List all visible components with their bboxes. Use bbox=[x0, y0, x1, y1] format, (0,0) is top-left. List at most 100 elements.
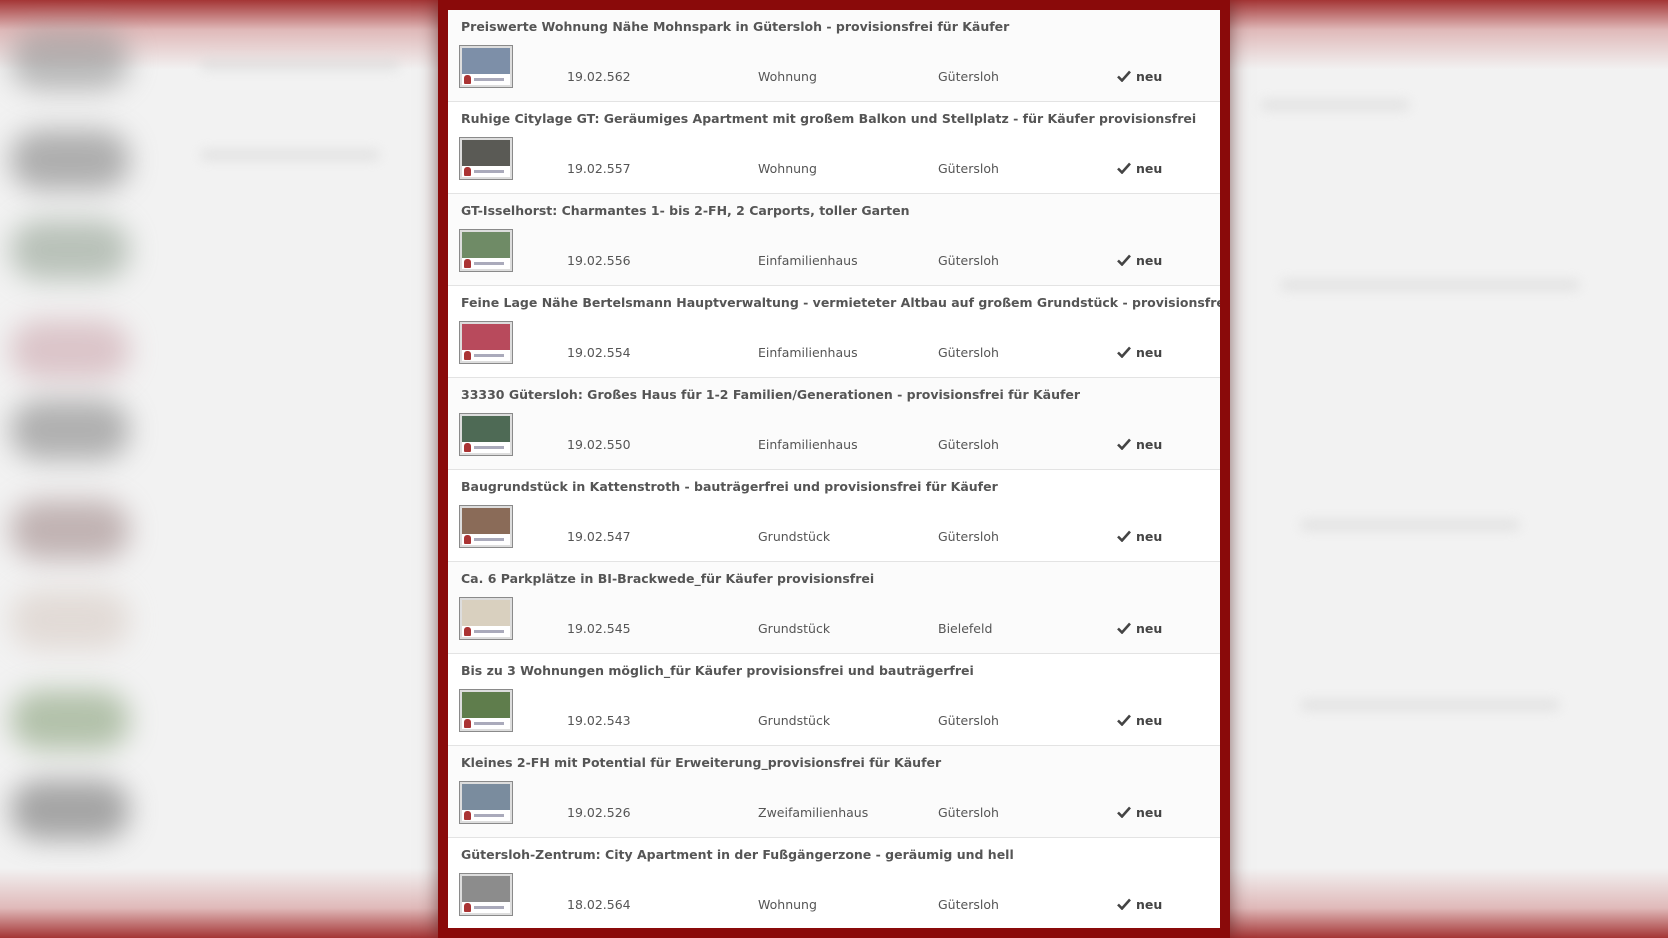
blurred-text bbox=[1300, 700, 1560, 710]
status-badge: neu bbox=[1117, 253, 1162, 268]
listing-type: Grundstück bbox=[758, 713, 831, 728]
listing-city: Bielefeld bbox=[938, 621, 993, 636]
listing-type: Grundstück bbox=[758, 529, 831, 544]
checkmark-icon bbox=[1117, 806, 1131, 818]
listing-city: Gütersloh bbox=[938, 253, 999, 268]
status-badge: neu bbox=[1117, 345, 1162, 360]
blurred-shape bbox=[10, 130, 130, 190]
listing-city: Gütersloh bbox=[938, 437, 999, 452]
listing-row[interactable]: Preiswerte Wohnung Nähe Mohnspark in Güt… bbox=[448, 10, 1220, 102]
listing-title[interactable]: GT-Isselhorst: Charmantes 1- bis 2-FH, 2… bbox=[461, 203, 910, 218]
listing-thumbnail[interactable] bbox=[459, 137, 513, 180]
listing-row[interactable]: Ruhige Citylage GT: Geräumiges Apartment… bbox=[448, 102, 1220, 194]
checkmark-icon bbox=[1117, 254, 1131, 266]
listing-type: Zweifamilienhaus bbox=[758, 805, 869, 820]
listing-title[interactable]: Bis zu 3 Wohnungen möglich_für Käufer pr… bbox=[461, 663, 974, 678]
blurred-shape bbox=[10, 690, 130, 750]
listing-type: Einfamilienhaus bbox=[758, 253, 858, 268]
listing-id: 19.02.557 bbox=[567, 161, 631, 176]
blurred-shape bbox=[10, 30, 130, 90]
listing-frame: Preiswerte Wohnung Nähe Mohnspark in Güt… bbox=[438, 0, 1230, 938]
blurred-shape bbox=[10, 400, 130, 460]
listing-row[interactable]: Gütersloh-Zentrum: City Apartment in der… bbox=[448, 838, 1220, 928]
blurred-shape bbox=[10, 780, 130, 840]
listing-row[interactable]: Feine Lage Nähe Bertelsmann Hauptverwalt… bbox=[448, 286, 1220, 378]
listing-thumbnail[interactable] bbox=[459, 689, 513, 732]
checkmark-icon bbox=[1117, 438, 1131, 450]
listing-thumbnail[interactable] bbox=[459, 505, 513, 548]
blurred-shape bbox=[10, 320, 130, 380]
checkmark-icon bbox=[1117, 530, 1131, 542]
listing-thumbnail[interactable] bbox=[459, 781, 513, 824]
checkmark-icon bbox=[1117, 162, 1131, 174]
status-label: neu bbox=[1136, 621, 1163, 636]
listing-row[interactable]: Kleines 2-FH mit Potential für Erweiteru… bbox=[448, 746, 1220, 838]
blurred-text bbox=[200, 60, 400, 70]
listing-city: Gütersloh bbox=[938, 161, 999, 176]
listing-title[interactable]: Baugrundstück in Kattenstroth - bauträge… bbox=[461, 479, 998, 494]
listing-panel: Preiswerte Wohnung Nähe Mohnspark in Güt… bbox=[448, 10, 1220, 928]
status-label: neu bbox=[1136, 713, 1163, 728]
listing-title[interactable]: Feine Lage Nähe Bertelsmann Hauptverwalt… bbox=[461, 295, 1220, 310]
listing-title[interactable]: Ca. 6 Parkplätze in BI-Brackwede_für Käu… bbox=[461, 571, 874, 586]
status-badge: neu bbox=[1117, 437, 1162, 452]
listing-type: Wohnung bbox=[758, 161, 817, 176]
listing-city: Gütersloh bbox=[938, 529, 999, 544]
listing-city: Gütersloh bbox=[938, 713, 999, 728]
status-label: neu bbox=[1136, 529, 1163, 544]
blurred-shape bbox=[10, 220, 130, 280]
listing-row[interactable]: 33330 Gütersloh: Großes Haus für 1-2 Fam… bbox=[448, 378, 1220, 470]
status-badge: neu bbox=[1117, 897, 1162, 912]
status-label: neu bbox=[1136, 897, 1163, 912]
status-badge: neu bbox=[1117, 621, 1162, 636]
blurred-shape bbox=[10, 500, 130, 560]
status-label: neu bbox=[1136, 69, 1163, 84]
checkmark-icon bbox=[1117, 898, 1131, 910]
status-label: neu bbox=[1136, 345, 1163, 360]
listing-row[interactable]: Ca. 6 Parkplätze in BI-Brackwede_für Käu… bbox=[448, 562, 1220, 654]
listing-id: 19.02.562 bbox=[567, 69, 631, 84]
listing-thumbnail[interactable] bbox=[459, 45, 513, 88]
blurred-text bbox=[1260, 100, 1410, 110]
status-badge: neu bbox=[1117, 713, 1162, 728]
listing-id: 19.02.543 bbox=[567, 713, 631, 728]
listing-type: Einfamilienhaus bbox=[758, 437, 858, 452]
listing-title[interactable]: 33330 Gütersloh: Großes Haus für 1-2 Fam… bbox=[461, 387, 1080, 402]
listing-title[interactable]: Gütersloh-Zentrum: City Apartment in der… bbox=[461, 847, 1014, 862]
listing-row[interactable]: Baugrundstück in Kattenstroth - bauträge… bbox=[448, 470, 1220, 562]
status-badge: neu bbox=[1117, 161, 1162, 176]
listing-thumbnail[interactable] bbox=[459, 597, 513, 640]
listing-row[interactable]: GT-Isselhorst: Charmantes 1- bis 2-FH, 2… bbox=[448, 194, 1220, 286]
status-label: neu bbox=[1136, 805, 1163, 820]
status-badge: neu bbox=[1117, 69, 1162, 84]
listing-id: 18.02.564 bbox=[567, 897, 631, 912]
listing-city: Gütersloh bbox=[938, 69, 999, 84]
listing-id: 19.02.526 bbox=[567, 805, 631, 820]
checkmark-icon bbox=[1117, 714, 1131, 726]
listing-thumbnail[interactable] bbox=[459, 229, 513, 272]
listing-thumbnail[interactable] bbox=[459, 873, 513, 916]
listing-title[interactable]: Kleines 2-FH mit Potential für Erweiteru… bbox=[461, 755, 941, 770]
checkmark-icon bbox=[1117, 346, 1131, 358]
blurred-shape bbox=[10, 590, 130, 650]
listing-type: Einfamilienhaus bbox=[758, 345, 858, 360]
listing-type: Wohnung bbox=[758, 897, 817, 912]
listing-id: 19.02.556 bbox=[567, 253, 631, 268]
listing-thumbnail[interactable] bbox=[459, 413, 513, 456]
listing-type: Grundstück bbox=[758, 621, 831, 636]
listing-city: Gütersloh bbox=[938, 897, 999, 912]
listing-title[interactable]: Preiswerte Wohnung Nähe Mohnspark in Güt… bbox=[461, 19, 1009, 34]
listing-id: 19.02.545 bbox=[567, 621, 631, 636]
listing-type: Wohnung bbox=[758, 69, 817, 84]
listing-id: 19.02.554 bbox=[567, 345, 631, 360]
listing-thumbnail[interactable] bbox=[459, 321, 513, 364]
blurred-text bbox=[1280, 280, 1580, 290]
status-label: neu bbox=[1136, 161, 1163, 176]
blurred-text bbox=[1300, 520, 1520, 530]
listing-row[interactable]: Bis zu 3 Wohnungen möglich_für Käufer pr… bbox=[448, 654, 1220, 746]
listing-id: 19.02.547 bbox=[567, 529, 631, 544]
listing-id: 19.02.550 bbox=[567, 437, 631, 452]
checkmark-icon bbox=[1117, 70, 1131, 82]
listing-title[interactable]: Ruhige Citylage GT: Geräumiges Apartment… bbox=[461, 111, 1196, 126]
listing-city: Gütersloh bbox=[938, 805, 999, 820]
